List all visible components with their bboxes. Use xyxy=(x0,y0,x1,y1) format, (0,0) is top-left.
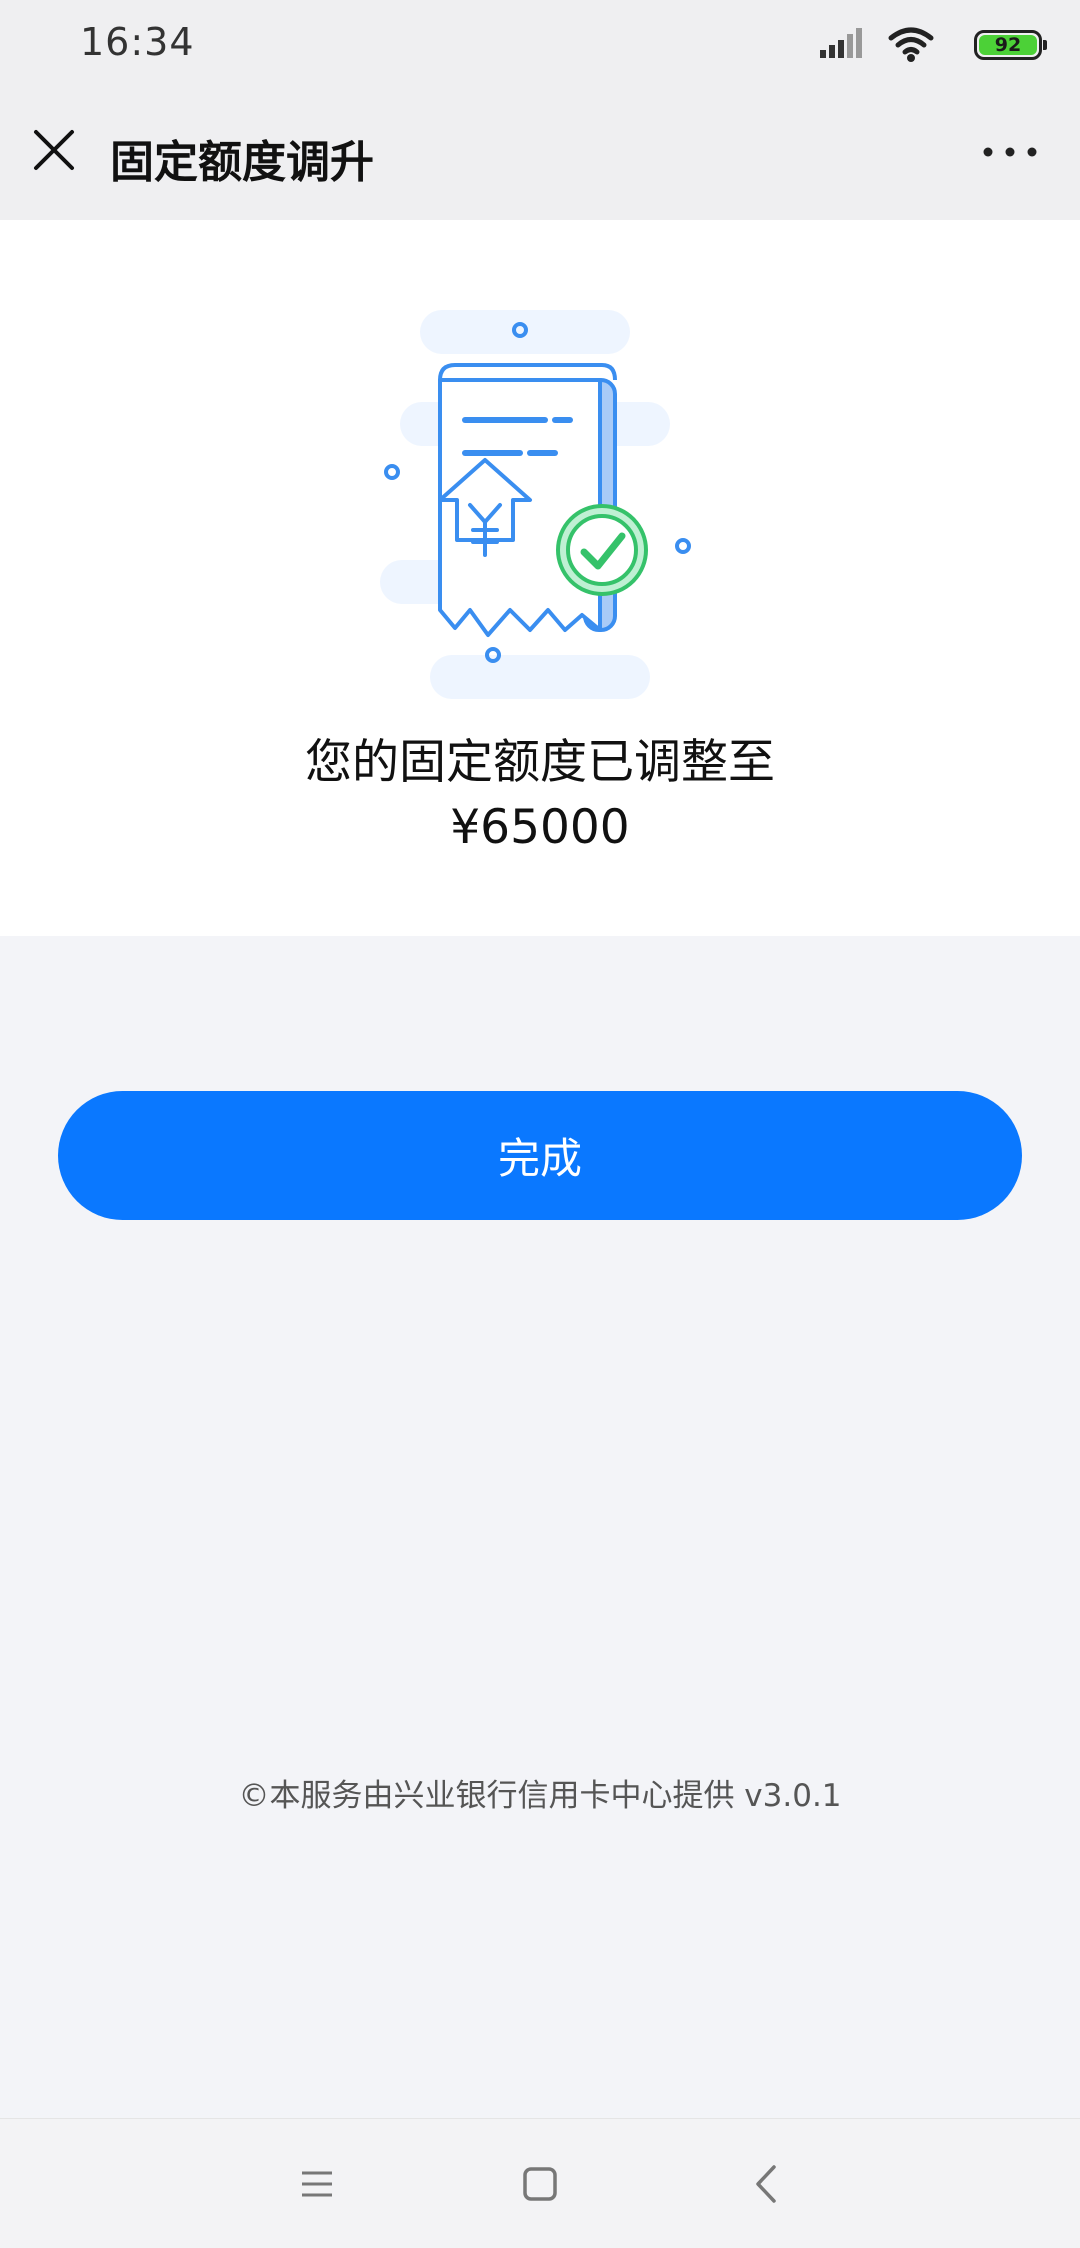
battery-level: 92 xyxy=(979,35,1037,55)
home-icon[interactable] xyxy=(515,2159,565,2209)
receipt-check-icon xyxy=(380,310,691,699)
close-icon[interactable] xyxy=(30,126,78,174)
nav-bar: 固定额度调升 xyxy=(0,96,1080,220)
back-icon[interactable] xyxy=(742,2159,792,2209)
status-time: 16:34 xyxy=(80,20,195,64)
footer-copyright: ©本服务由兴业银行信用卡中心提供 v3.0.1 xyxy=(238,1778,842,1814)
menu-icon[interactable] xyxy=(292,2159,342,2209)
done-button[interactable]: 完成 xyxy=(58,1091,1022,1220)
page-title: 固定额度调升 xyxy=(110,137,374,188)
wifi-icon xyxy=(888,27,934,62)
result-card: 您的固定额度已调整至 ¥65000 xyxy=(0,220,1080,936)
status-bar: 16:34 92 xyxy=(0,0,1080,96)
battery-icon: 92 xyxy=(974,30,1047,60)
more-icon[interactable] xyxy=(980,142,1040,162)
credit-amount: ¥65000 xyxy=(450,800,630,855)
system-navigation-bar xyxy=(0,2118,1080,2248)
result-message: 您的固定额度已调整至 xyxy=(305,735,775,790)
signal-icon xyxy=(820,28,862,58)
